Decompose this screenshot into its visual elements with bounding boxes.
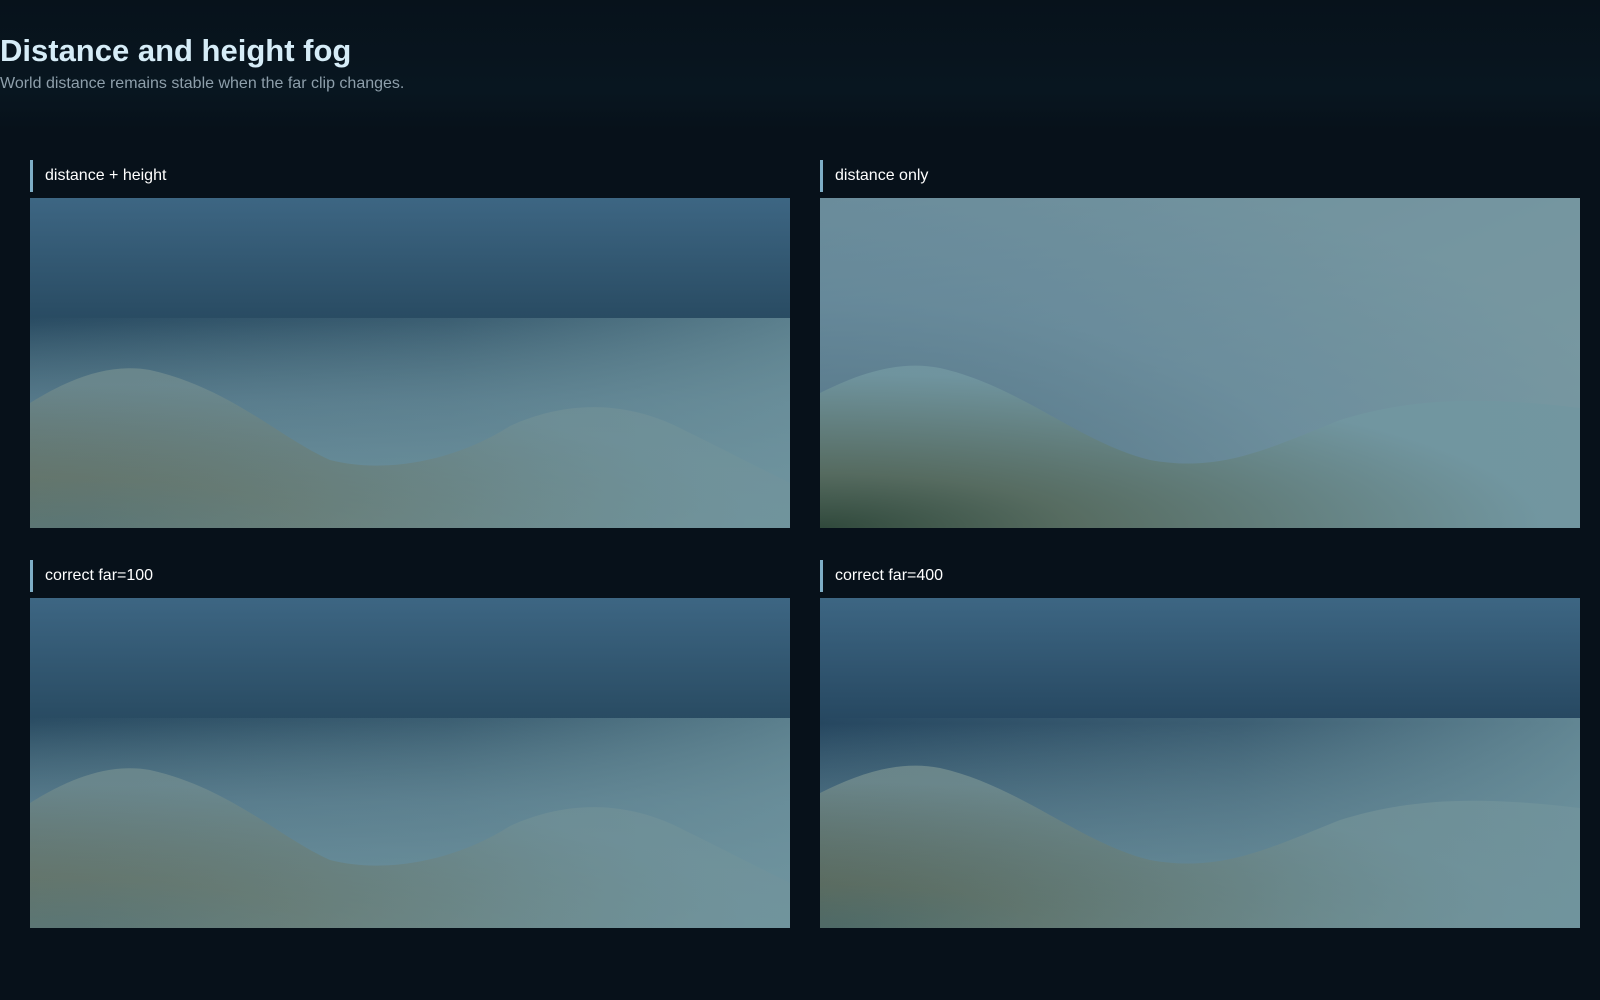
panel-label: distance + height <box>30 160 166 192</box>
header: Distance and height fog World distance r… <box>0 0 1600 130</box>
panel-label: correct far=100 <box>30 560 153 592</box>
panel-label: distance only <box>820 160 928 192</box>
page-subtitle: World distance remains stable when the f… <box>0 75 405 92</box>
render-viewport[interactable] <box>820 598 1580 928</box>
render-viewport[interactable] <box>30 198 790 528</box>
render-viewport[interactable] <box>820 198 1580 528</box>
render-viewport[interactable] <box>30 598 790 928</box>
page-title: Distance and height fog <box>0 33 352 68</box>
panel-label: correct far=400 <box>820 560 943 592</box>
